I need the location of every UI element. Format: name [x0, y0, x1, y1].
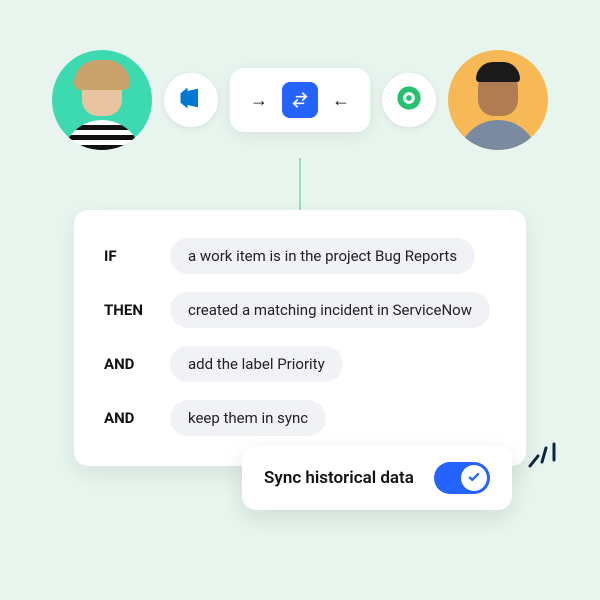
arrow-right-icon: → — [250, 90, 268, 111]
integration-header: → ← — [0, 50, 600, 150]
azure-devops-icon — [177, 84, 205, 116]
toggle-label: Sync historical data — [264, 468, 414, 488]
freshdesk-icon — [395, 84, 423, 116]
rule-action-chip[interactable]: created a matching incident in ServiceNo… — [170, 292, 490, 328]
rules-card: IF a work item is in the project Bug Rep… — [74, 210, 526, 466]
rule-keyword: THEN — [104, 301, 152, 319]
connector-line — [299, 158, 301, 210]
sync-historical-card: Sync historical data — [242, 446, 512, 510]
spark-accent-icon — [524, 430, 572, 478]
rule-row: THEN created a matching incident in Serv… — [104, 292, 496, 328]
sync-historical-toggle[interactable] — [434, 462, 490, 494]
rule-row: AND add the label Priority — [104, 346, 496, 382]
rule-keyword: AND — [104, 409, 152, 427]
app-badge-left — [164, 73, 218, 127]
arrow-left-icon: ← — [332, 90, 350, 111]
avatar-left — [52, 50, 152, 150]
rule-action-chip[interactable]: add the label Priority — [170, 346, 343, 382]
toggle-knob — [461, 465, 487, 491]
rule-action-chip[interactable]: keep them in sync — [170, 400, 326, 436]
avatar-right — [448, 50, 548, 150]
rule-keyword: AND — [104, 355, 152, 373]
sync-direction-pill: → ← — [230, 68, 370, 132]
rule-row: IF a work item is in the project Bug Rep… — [104, 238, 496, 274]
rule-condition-chip[interactable]: a work item is in the project Bug Report… — [170, 238, 475, 274]
sync-icon — [282, 82, 318, 118]
rule-row: AND keep them in sync — [104, 400, 496, 436]
app-badge-right — [382, 73, 436, 127]
rule-keyword: IF — [104, 247, 152, 265]
check-icon — [467, 469, 481, 488]
